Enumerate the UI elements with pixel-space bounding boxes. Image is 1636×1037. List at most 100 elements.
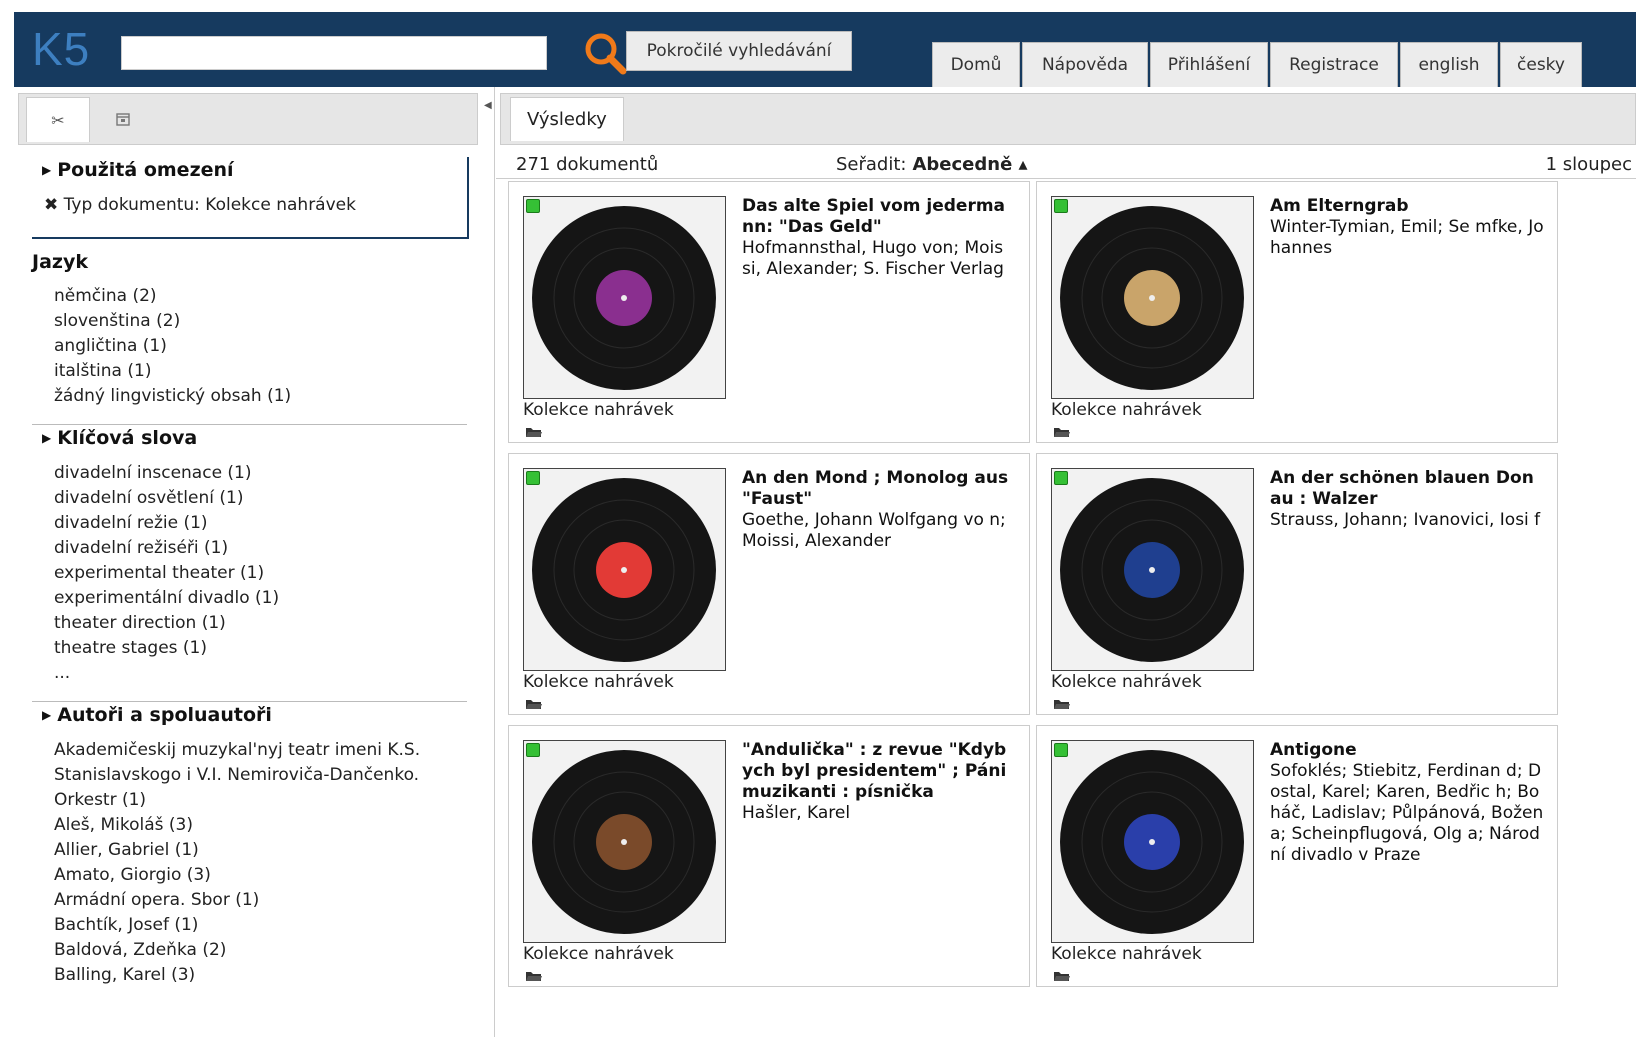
record-thumbnail[interactable] <box>523 740 726 943</box>
list-item[interactable]: Amato, Giorgio (3) <box>54 863 420 888</box>
result-title[interactable]: "Andulička" : z revue "Kdyb ych byl pres… <box>742 740 1017 824</box>
advanced-search-button[interactable]: Pokročilé vyhledávání <box>626 31 852 71</box>
scissors-icon[interactable]: ✂ <box>26 97 90 142</box>
list-item[interactable]: Armádní opera. Sbor (1) <box>54 888 420 913</box>
collection-label: Kolekce nahrávek <box>1051 944 1202 964</box>
results-panel: Výsledky 271 dokumentů Seřadit: Abecedně … <box>496 87 1636 1037</box>
availability-badge <box>526 199 540 213</box>
list-item[interactable]: žádný lingvistický obsah (1) <box>54 384 291 409</box>
result-title[interactable]: Am Elterngrab Winter-Tymian, Emil; Se mf… <box>1270 196 1545 259</box>
list-item[interactable]: Akademičeskij muzykal'nyj teatr imeni K.… <box>54 738 420 763</box>
list-item[interactable]: divadelní režie (1) <box>54 511 279 536</box>
sort-label: Seřadit: <box>836 154 907 175</box>
result-authors: Hofmannsthal, Hugo von; Mois si, Alexand… <box>742 238 1004 279</box>
results-tabbar <box>500 93 1636 145</box>
result-card[interactable]: An der schönen blauen Don au : Walzer St… <box>1036 453 1558 715</box>
record-thumbnail[interactable] <box>1051 468 1254 671</box>
result-card[interactable]: Das alte Spiel vom jederma nn: "Das Geld… <box>508 181 1030 443</box>
search-icon[interactable] <box>581 29 631 79</box>
applied-filters-title[interactable]: ▶ Použitá omezení <box>42 159 234 181</box>
record-thumbnail[interactable] <box>523 196 726 399</box>
result-authors: Goethe, Johann Wolfgang vo n; Moissi, Al… <box>742 510 1006 551</box>
title-text: Am Elterngrab <box>1270 196 1409 216</box>
divider <box>32 424 467 425</box>
list-item[interactable]: Stanislavskogo i V.I. Nemiroviča-Dančenk… <box>54 763 420 788</box>
result-title[interactable]: An der schönen blauen Don au : Walzer St… <box>1270 468 1545 531</box>
folder-icon[interactable] <box>525 698 543 714</box>
nav-english[interactable]: english <box>1400 42 1498 87</box>
record-thumbnail[interactable] <box>523 468 726 671</box>
tab-results[interactable]: Výsledky <box>510 97 624 141</box>
keywords-list: divadelní inscenace (1) divadelní osvětl… <box>54 461 279 686</box>
list-item[interactable]: italština (1) <box>54 359 291 384</box>
result-authors: Winter-Tymian, Emil; Se mfke, Johannes <box>1270 217 1544 258</box>
folder-icon[interactable] <box>1053 698 1071 714</box>
collection-label: Kolekce nahrávek <box>1051 672 1202 692</box>
title-text: "Andulička" : z revue "Kdyb ych byl pres… <box>742 740 1007 802</box>
authors-facet-label: Autoři a spoluautoři <box>57 704 272 726</box>
list-item[interactable]: Baldová, Zdeňka (2) <box>54 938 420 963</box>
availability-badge <box>1054 743 1068 757</box>
collection-label: Kolekce nahrávek <box>523 400 674 420</box>
collection-label: Kolekce nahrávek <box>523 944 674 964</box>
result-title[interactable]: Das alte Spiel vom jederma nn: "Das Geld… <box>742 196 1017 280</box>
result-card[interactable]: Am Elterngrab Winter-Tymian, Emil; Se mf… <box>1036 181 1558 443</box>
folder-icon[interactable] <box>525 970 543 986</box>
list-item[interactable]: angličtina (1) <box>54 334 291 359</box>
language-facet-title: Jazyk <box>32 251 88 273</box>
result-card[interactable]: An den Mond ; Monolog aus "Faust" Goethe… <box>508 453 1030 715</box>
columns-toggle[interactable]: 1 sloupec <box>1546 154 1632 175</box>
folder-icon[interactable] <box>1053 426 1071 442</box>
list-item[interactable]: Allier, Gabriel (1) <box>54 838 420 863</box>
sort-control[interactable]: Seřadit: Abecedně ▴ <box>836 154 1028 175</box>
result-authors: Strauss, Johann; Ivanovici, Iosi f <box>1270 510 1541 530</box>
folder-icon[interactable] <box>1053 970 1071 986</box>
result-authors: Hašler, Karel <box>742 803 851 823</box>
top-strip <box>0 0 1636 12</box>
header-bar: K5 Pokročilé vyhledávání Domů Nápověda P… <box>14 12 1636 87</box>
list-item[interactable]: němčina (2) <box>54 284 291 309</box>
list-item[interactable]: Balling, Karel (3) <box>54 963 420 988</box>
record-thumbnail[interactable] <box>1051 196 1254 399</box>
list-item[interactable]: Orkestr (1) <box>54 788 420 813</box>
sort-value[interactable]: Abecedně ▴ <box>912 154 1027 175</box>
nav-register[interactable]: Registrace <box>1270 42 1398 87</box>
calendar-icon[interactable] <box>92 97 154 141</box>
list-item[interactable]: Bachtík, Josef (1) <box>54 913 420 938</box>
result-title[interactable]: Antigone Sofoklés; Stiebitz, Ferdinan d;… <box>1270 740 1545 866</box>
record-thumbnail[interactable] <box>1051 740 1254 943</box>
language-list: němčina (2) slovenština (2) angličtina (… <box>54 284 291 409</box>
list-item[interactable]: experimentální divadlo (1) <box>54 586 279 611</box>
folder-icon[interactable] <box>525 426 543 442</box>
keywords-facet-title[interactable]: ▶ Klíčová slova <box>42 427 197 449</box>
list-item[interactable]: experimental theater (1) <box>54 561 279 586</box>
nav-login[interactable]: Přihlášení <box>1150 42 1268 87</box>
keywords-facet-label: Klíčová slova <box>57 427 198 449</box>
list-item[interactable]: Aleš, Mikoláš (3) <box>54 813 420 838</box>
title-text: An der schönen blauen Don au : Walzer <box>1270 468 1534 509</box>
list-item[interactable]: divadelní inscenace (1) <box>54 461 279 486</box>
more-link[interactable]: ... <box>54 661 279 686</box>
list-item[interactable]: divadelní režiséři (1) <box>54 536 279 561</box>
result-card[interactable]: Antigone Sofoklés; Stiebitz, Ferdinan d;… <box>1036 725 1558 987</box>
title-text: Das alte Spiel vom jederma nn: "Das Geld… <box>742 196 1006 237</box>
authors-facet-title[interactable]: ▶ Autoři a spoluautoři <box>42 704 272 726</box>
nav-czech[interactable]: česky <box>1500 42 1582 87</box>
list-item[interactable]: theatre stages (1) <box>54 636 279 661</box>
availability-badge <box>526 743 540 757</box>
logo[interactable]: K5 <box>32 22 90 76</box>
collapse-panel-icon[interactable]: ◀ <box>484 100 492 120</box>
results-toolbar: 271 dokumentů Seřadit: Abecedně ▴ 1 sloup… <box>496 150 1636 179</box>
result-card[interactable]: "Andulička" : z revue "Kdyb ych byl pres… <box>508 725 1030 987</box>
list-item[interactable]: divadelní osvětlení (1) <box>54 486 279 511</box>
result-title[interactable]: An den Mond ; Monolog aus "Faust" Goethe… <box>742 468 1017 552</box>
list-item[interactable]: theater direction (1) <box>54 611 279 636</box>
applied-filter-doctype[interactable]: ✖ Typ dokumentu: Kolekce nahrávek <box>44 195 356 215</box>
top-navigation: Domů Nápověda Přihlášení Registrace engl… <box>930 42 1582 87</box>
search-input[interactable] <box>121 36 547 70</box>
nav-help[interactable]: Nápověda <box>1022 42 1148 87</box>
list-item[interactable]: slovenština (2) <box>54 309 291 334</box>
nav-home[interactable]: Domů <box>932 42 1020 87</box>
collection-label: Kolekce nahrávek <box>1051 400 1202 420</box>
facets-panel: ✂ ▶ Použitá omezení ✖ Typ dokumentu: Kole… <box>14 87 495 1037</box>
